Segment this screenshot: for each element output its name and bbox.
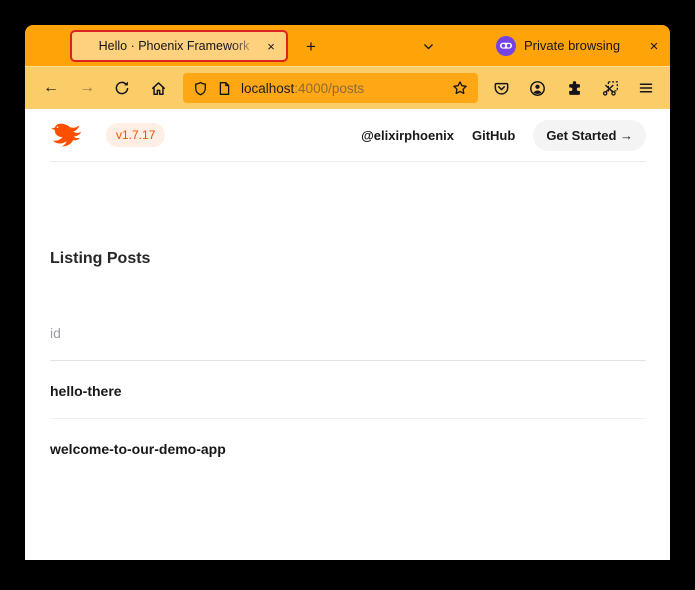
- table-row[interactable]: welcome-to-our-demo-app: [50, 418, 646, 476]
- account-icon[interactable]: [523, 74, 551, 102]
- new-tab-button[interactable]: +: [298, 33, 324, 59]
- table-row[interactable]: hello-there: [50, 361, 646, 418]
- url-path: :4000/posts: [294, 81, 364, 96]
- tab-hello-phoenix[interactable]: Hello · Phoenix Framework ×: [70, 30, 288, 62]
- site-nav: @elixirphoenix GitHub Get Started →: [361, 120, 646, 151]
- list-tabs-chevron-down-icon[interactable]: [415, 33, 441, 59]
- page-info-icon[interactable]: [217, 81, 232, 96]
- tab-title: Hello · Phoenix Framework: [86, 39, 262, 53]
- brand-group: v1.7.17: [50, 120, 165, 150]
- site-header: v1.7.17 @elixirphoenix GitHub Get Starte…: [50, 109, 646, 162]
- window-close-button[interactable]: ×: [641, 33, 667, 59]
- page-title: Listing Posts: [50, 248, 150, 270]
- pocket-icon[interactable]: [487, 74, 515, 102]
- back-button[interactable]: ←: [37, 74, 65, 102]
- url-bar[interactable]: localhost:4000/posts: [183, 73, 478, 103]
- get-started-button[interactable]: Get Started →: [533, 120, 646, 151]
- tab-close-icon[interactable]: ×: [262, 37, 280, 55]
- nav-link-github[interactable]: GitHub: [472, 128, 515, 143]
- reload-icon[interactable]: [108, 74, 136, 102]
- extensions-puzzle-icon[interactable]: [560, 74, 588, 102]
- navigation-toolbar: ← → localhost:4000/posts: [25, 66, 670, 109]
- tab-bar: Hello · Phoenix Framework × + Private br…: [25, 25, 670, 66]
- address-text[interactable]: localhost:4000/posts: [241, 81, 443, 96]
- tracking-shield-icon[interactable]: [193, 81, 208, 96]
- home-icon[interactable]: [144, 74, 172, 102]
- table-column-header-id: id: [50, 326, 646, 361]
- phoenix-logo-icon[interactable]: [50, 120, 90, 150]
- hamburger-menu-icon[interactable]: [632, 74, 660, 102]
- page-content: v1.7.17 @elixirphoenix GitHub Get Starte…: [25, 109, 670, 560]
- browser-window: Hello · Phoenix Framework × + Private br…: [25, 25, 670, 560]
- url-host: localhost: [241, 81, 294, 96]
- private-browsing-label: Private browsing: [524, 38, 620, 53]
- forward-button: →: [73, 74, 101, 102]
- posts-table: id hello-there welcome-to-our-demo-app: [50, 326, 646, 476]
- screenshot-scissors-icon[interactable]: [596, 74, 624, 102]
- private-browsing-badge: Private browsing: [496, 25, 620, 66]
- version-badge: v1.7.17: [106, 123, 165, 148]
- private-mask-icon: [496, 36, 516, 56]
- bookmark-star-icon[interactable]: [452, 80, 468, 96]
- nav-link-elixirphoenix[interactable]: @elixirphoenix: [361, 128, 454, 143]
